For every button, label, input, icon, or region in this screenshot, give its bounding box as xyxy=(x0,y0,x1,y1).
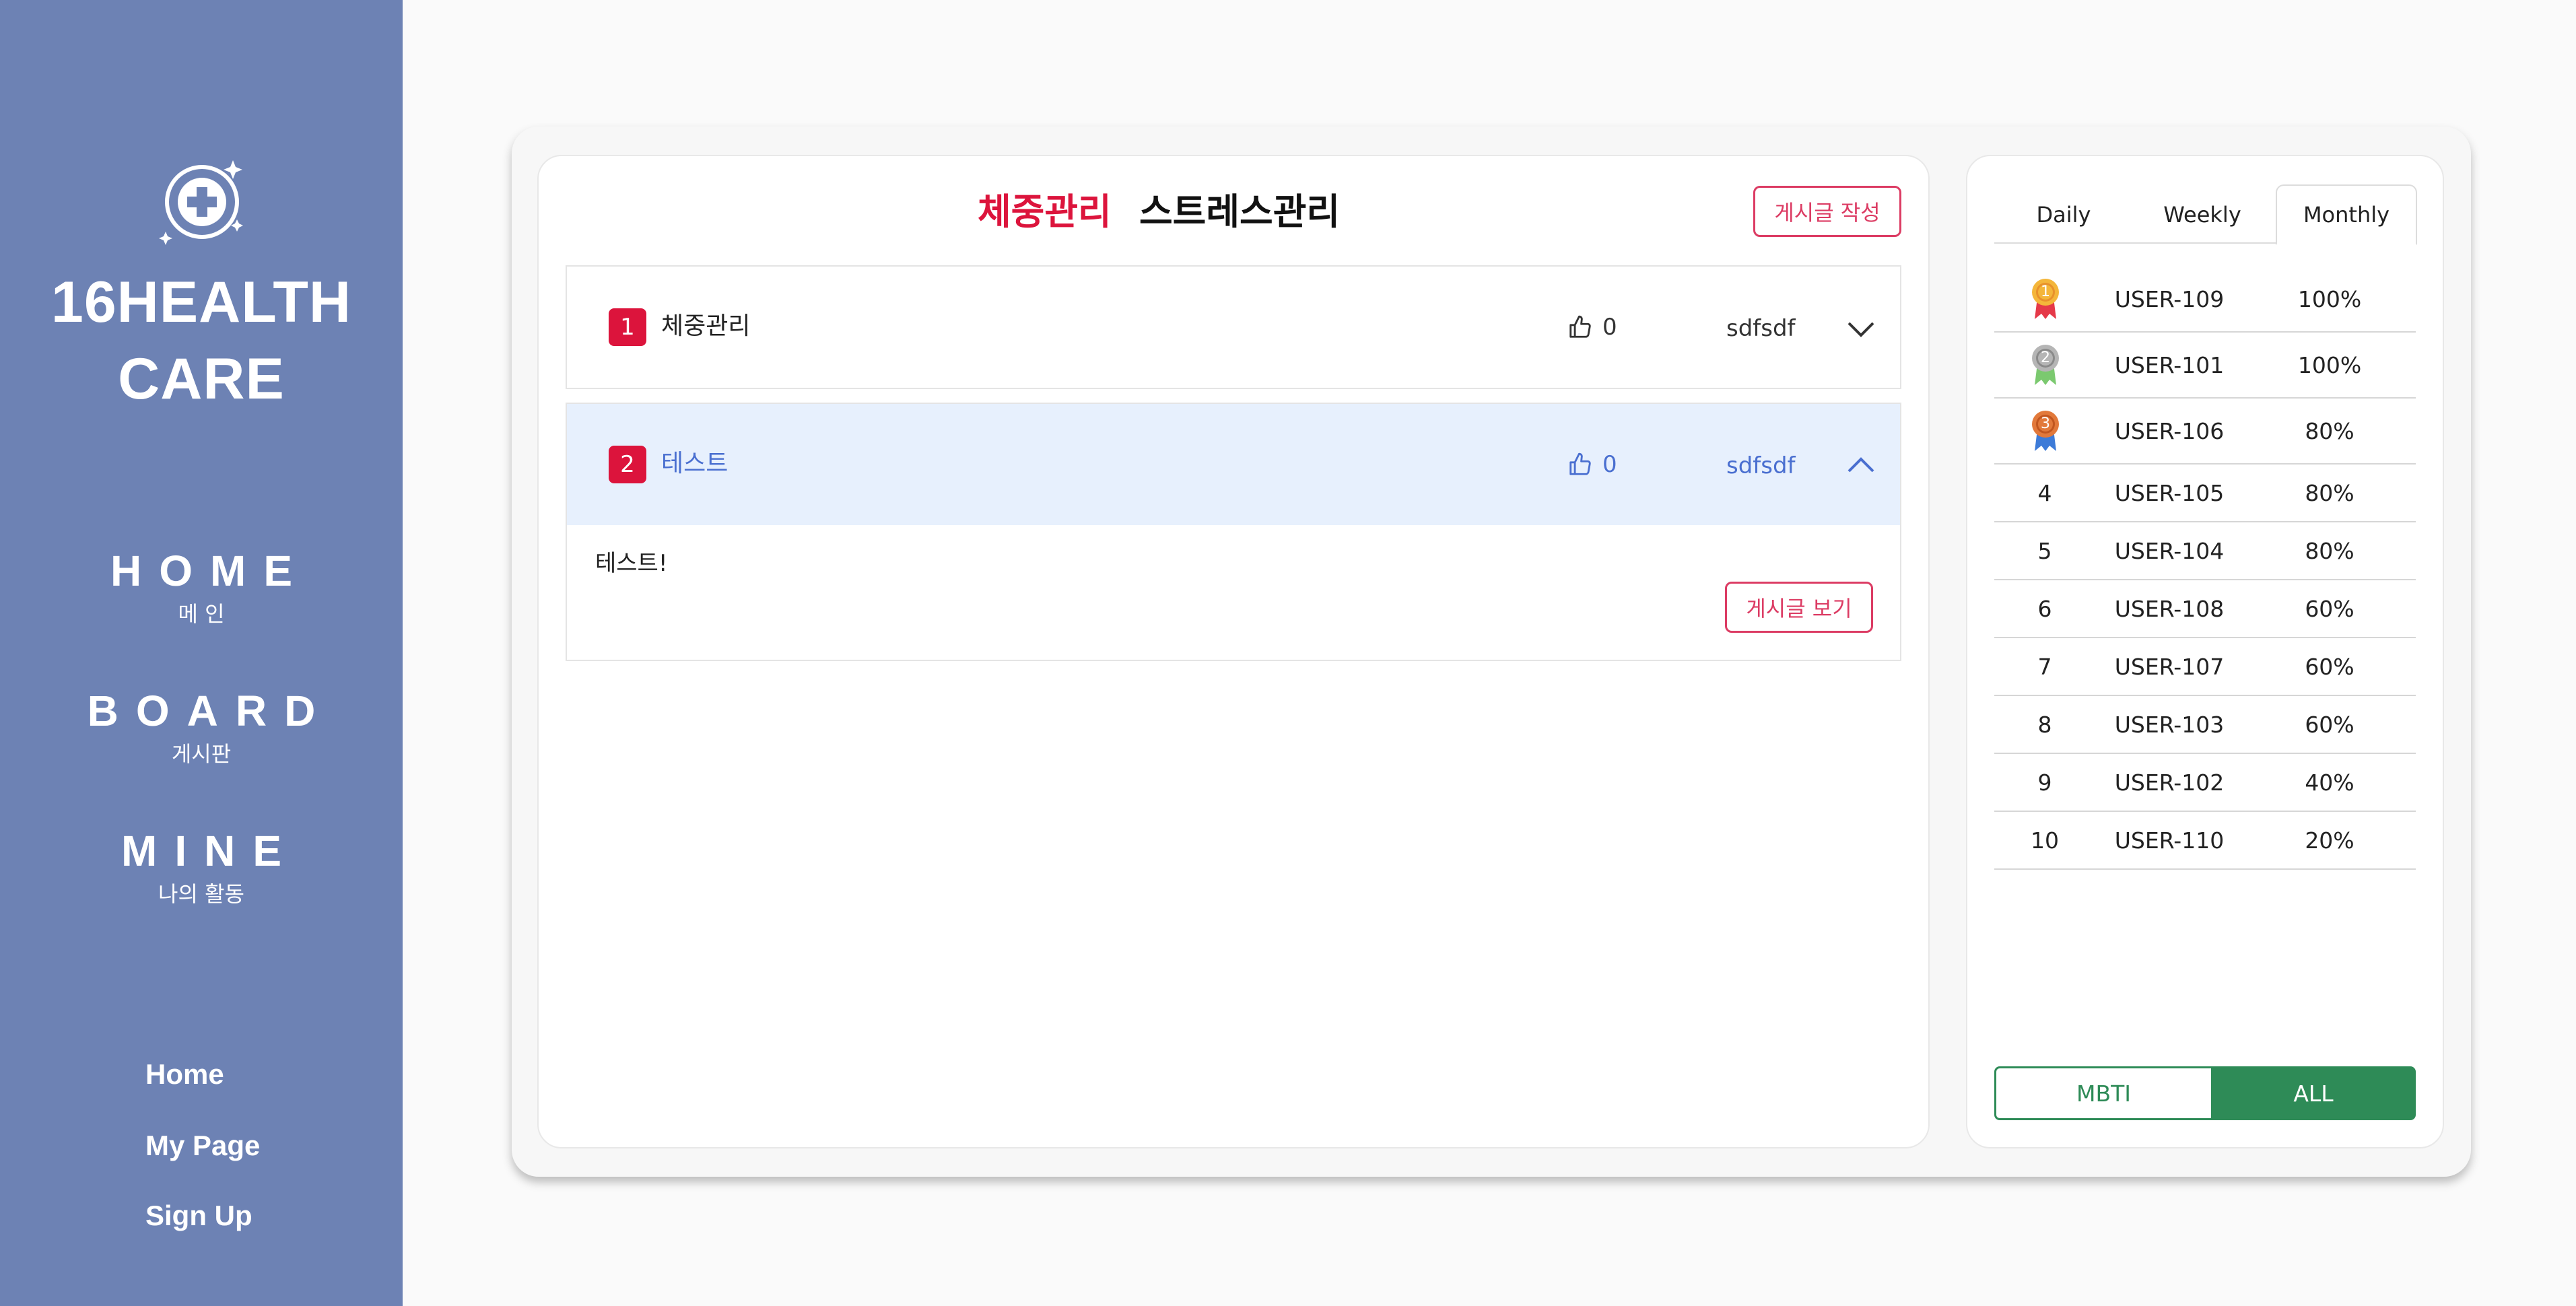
rank-number: 8 xyxy=(2037,712,2052,738)
nav-board-sublabel: 게시판 xyxy=(171,741,232,767)
ranking-row: 6 USER-108 60% xyxy=(1994,580,2416,638)
rank-percent: 80% xyxy=(2305,418,2354,444)
rank-user: USER-105 xyxy=(2114,480,2225,506)
like-count[interactable]: 0 xyxy=(1567,312,1617,342)
like-count[interactable]: 0 xyxy=(1567,450,1617,479)
tab-stress-management[interactable]: 스트레스관리 xyxy=(1139,188,1340,236)
logo-text[interactable]: 16HEALTH CARE xyxy=(0,264,403,417)
mbti-filter-button[interactable]: MBTI xyxy=(1994,1066,2211,1120)
ranking-row: 10 USER-110 20% xyxy=(1994,812,2416,870)
nav-mine-sublabel: 나의 활동 xyxy=(158,881,244,907)
period-tabs: Daily Weekly Monthly xyxy=(1994,184,2417,245)
post-author: sdfsdf xyxy=(1726,452,1796,479)
rank-number: 10 xyxy=(2031,827,2059,854)
view-post-button[interactable]: 게시글 보기 xyxy=(1725,582,1873,633)
post-content-text: 테스트! xyxy=(595,550,668,577)
nav-board-label: BOARD xyxy=(87,687,333,735)
chevron-up-icon[interactable] xyxy=(1846,455,1876,475)
sidebar: 16HEALTH CARE HOME 메 인 BOARD 게시판 MINE 나의… xyxy=(0,0,403,1306)
rank-number: 1 xyxy=(2041,283,2050,300)
rank-number: 5 xyxy=(2037,538,2052,564)
rank-percent: 80% xyxy=(2305,480,2354,506)
ranking-row: 9 USER-102 40% xyxy=(1994,754,2416,812)
health-logo-icon[interactable] xyxy=(151,147,259,254)
post-row-expanded[interactable]: 2 테스트 0 sdfsdf xyxy=(566,403,1901,526)
all-filter-button[interactable]: ALL xyxy=(2211,1066,2416,1120)
ranking-row: 7 USER-107 60% xyxy=(1994,638,2416,696)
rank-user: USER-110 xyxy=(2114,827,2225,854)
post-number-badge: 1 xyxy=(609,308,646,346)
chevron-down-icon[interactable] xyxy=(1846,319,1876,339)
nav-mine-label: MINE xyxy=(121,827,299,875)
post-row[interactable]: 1 체중관리 0 sdfsdf xyxy=(566,265,1901,389)
gold-medal-icon: 1 xyxy=(2028,277,2063,322)
home-link[interactable]: Home xyxy=(145,1058,224,1091)
sign-up-link[interactable]: Sign Up xyxy=(145,1200,252,1232)
rank-user: USER-103 xyxy=(2114,712,2225,738)
rank-user: USER-109 xyxy=(2114,286,2225,312)
rank-number: 6 xyxy=(2037,596,2052,622)
rank-user: USER-106 xyxy=(2114,418,2225,444)
rank-percent: 100% xyxy=(2297,286,2362,312)
ranking-row: 3 USER-106 80% xyxy=(1994,399,2416,465)
tab-daily[interactable]: Daily xyxy=(1994,184,2133,245)
nav-home-label: HOME xyxy=(110,547,310,595)
silver-medal-icon: 2 xyxy=(2028,343,2063,388)
ranking-row: 8 USER-103 60% xyxy=(1994,696,2416,754)
rank-number: 3 xyxy=(2041,415,2050,432)
rank-percent: 20% xyxy=(2305,827,2354,854)
rank-percent: 100% xyxy=(2297,352,2362,378)
ranking-row: 4 USER-105 80% xyxy=(1994,465,2416,522)
tab-weight-management[interactable]: 체중관리 xyxy=(978,188,1112,236)
write-post-button[interactable]: 게시글 작성 xyxy=(1753,186,1901,237)
ranking-row: 2 USER-101 100% xyxy=(1994,333,2416,399)
rank-percent: 60% xyxy=(2305,596,2354,622)
thumbs-up-icon xyxy=(1569,452,1591,475)
rank-percent: 60% xyxy=(2305,712,2354,738)
like-count-value: 0 xyxy=(1602,314,1617,341)
rank-user: USER-108 xyxy=(2114,596,2225,622)
rank-user: USER-104 xyxy=(2114,538,2225,564)
post-number-badge: 2 xyxy=(609,446,646,483)
rank-number: 4 xyxy=(2037,480,2052,506)
bronze-medal-icon: 3 xyxy=(2028,409,2063,454)
nav-home-sublabel: 메 인 xyxy=(178,601,225,627)
tab-monthly[interactable]: Monthly xyxy=(2276,184,2417,245)
logo-line-2: CARE xyxy=(118,347,285,411)
rank-number: 9 xyxy=(2037,769,2052,796)
post-title: 체중관리 xyxy=(661,312,751,340)
rank-percent: 40% xyxy=(2305,769,2354,796)
my-page-link[interactable]: My Page xyxy=(145,1130,260,1162)
post-title: 테스트 xyxy=(661,450,728,477)
rank-percent: 80% xyxy=(2305,538,2354,564)
post-author: sdfsdf xyxy=(1726,315,1796,342)
like-count-value: 0 xyxy=(1602,451,1617,478)
logo-line-1: 16HEALTH xyxy=(50,270,352,335)
tab-weekly[interactable]: Weekly xyxy=(2133,184,2272,245)
nav-mine[interactable]: MINE 나의 활동 xyxy=(0,824,403,909)
post-content-panel: 테스트! 게시글 보기 xyxy=(566,525,1901,661)
nav-board[interactable]: BOARD 게시판 xyxy=(0,684,403,769)
ranking-row: 5 USER-104 80% xyxy=(1994,522,2416,580)
rank-user: USER-107 xyxy=(2114,654,2225,680)
thumbs-up-icon xyxy=(1569,315,1591,338)
rank-user: USER-101 xyxy=(2114,352,2225,378)
rank-percent: 60% xyxy=(2305,654,2354,680)
rank-user: USER-102 xyxy=(2114,769,2225,796)
rank-number: 7 xyxy=(2037,654,2052,680)
rank-number: 2 xyxy=(2041,349,2050,366)
nav-home[interactable]: HOME 메 인 xyxy=(0,544,403,629)
ranking-row: 1 USER-109 100% xyxy=(1994,267,2416,333)
